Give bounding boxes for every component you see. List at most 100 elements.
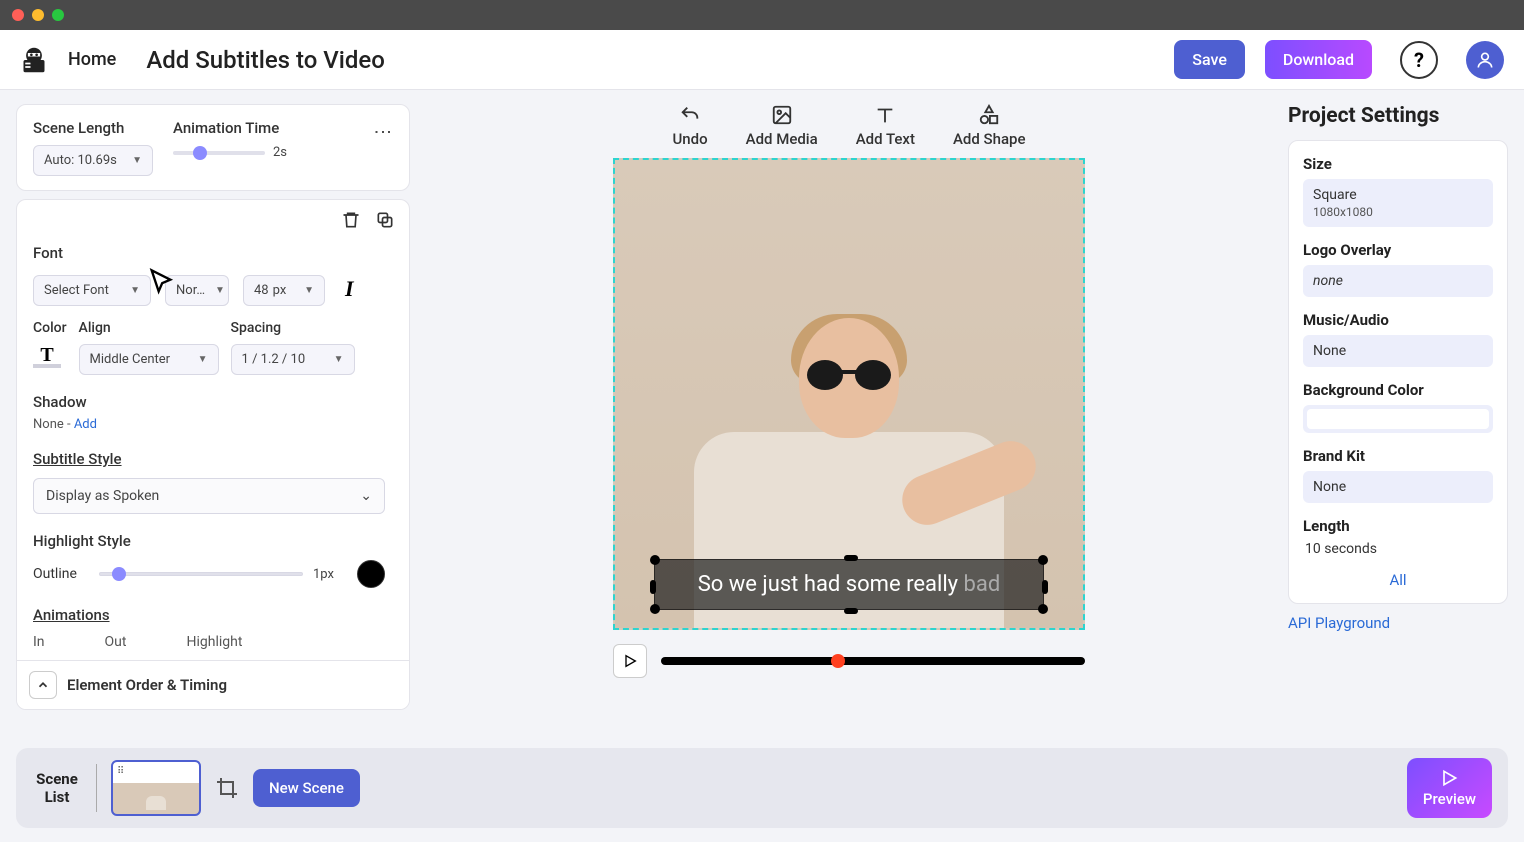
resize-handle[interactable] — [844, 555, 858, 561]
music-audio-field[interactable]: None — [1303, 335, 1493, 367]
chevron-up-icon[interactable] — [29, 671, 57, 699]
font-size-dropdown[interactable]: 48 px ▼ — [243, 275, 325, 306]
animations-head[interactable]: Animations — [33, 606, 385, 624]
resize-handle[interactable] — [1042, 580, 1048, 594]
element-settings-card: Font Select Font ▼ Nor… ▼ 48 px ▼ — [16, 199, 410, 710]
length-label: Length — [1303, 517, 1493, 535]
chevron-down-icon: ⌄ — [360, 488, 372, 504]
chevron-down-icon: ▼ — [304, 285, 314, 296]
subtitle-style-dropdown[interactable]: Display as Spoken ⌄ — [33, 478, 385, 514]
delete-button[interactable] — [341, 210, 361, 234]
chevron-down-icon: ▼ — [334, 354, 344, 365]
align-value: Middle Center — [90, 352, 171, 367]
timeline-track[interactable] — [661, 657, 1085, 665]
resize-handle[interactable] — [1038, 604, 1048, 614]
shadow-add-link[interactable]: Add — [74, 417, 97, 432]
scene-thumbnail[interactable]: ⠿ — [111, 760, 201, 816]
all-settings-link[interactable]: All — [1303, 571, 1493, 589]
highlight-outline-label: Outline — [33, 566, 89, 582]
subtitle-style-value: Display as Spoken — [46, 488, 159, 504]
app-header: Home Add Subtitles to Video Save Downloa… — [0, 30, 1524, 90]
resize-handle[interactable] — [650, 555, 660, 565]
duplicate-button[interactable] — [375, 210, 395, 234]
font-weight-dropdown[interactable]: Nor… ▼ — [165, 275, 229, 306]
account-button[interactable] — [1466, 41, 1504, 79]
project-settings-card: Size Square 1080x1080 Logo Overlay none … — [1288, 140, 1508, 604]
timeline-playhead[interactable] — [831, 654, 845, 668]
scene-list-bar: Scene List ⠿ New Scene Preview — [16, 748, 1508, 828]
window-close-icon[interactable] — [12, 9, 24, 21]
resize-handle[interactable] — [650, 604, 660, 614]
scene-overflow-menu[interactable]: ⋮ — [372, 123, 393, 140]
window-minimize-icon[interactable] — [32, 9, 44, 21]
align-dropdown[interactable]: Middle Center ▼ — [79, 344, 219, 375]
chevron-down-icon: ▼ — [215, 285, 225, 296]
animation-out-label: Out — [105, 634, 127, 650]
help-button[interactable]: ? — [1400, 41, 1438, 79]
chevron-down-icon: ▼ — [130, 285, 140, 296]
font-weight-value: Nor… — [176, 283, 205, 298]
undo-button[interactable]: Undo — [672, 104, 707, 148]
scene-length-dropdown[interactable]: Auto: 10.69s ▼ — [33, 145, 153, 176]
resize-handle[interactable] — [1038, 555, 1048, 565]
video-canvas[interactable]: So we just had some really bad — [613, 158, 1085, 630]
spacing-dropdown[interactable]: 1 / 1.2 / 10 ▼ — [231, 344, 355, 375]
background-color-label: Background Color — [1303, 381, 1493, 399]
font-size-value: 48 — [254, 283, 269, 298]
logo-overlay-label: Logo Overlay — [1303, 241, 1493, 259]
length-value: 10 seconds — [1303, 541, 1493, 557]
right-panel: Project Settings Size Square 1080x1080 L… — [1288, 104, 1508, 710]
add-shape-button[interactable]: Add Shape — [953, 104, 1026, 148]
logo-overlay-field[interactable]: none — [1303, 265, 1493, 297]
chevron-down-icon: ▼ — [198, 354, 208, 365]
resize-handle[interactable] — [844, 608, 858, 614]
save-button[interactable]: Save — [1174, 40, 1245, 79]
highlight-outline-slider[interactable] — [99, 572, 303, 576]
api-playground-link[interactable]: API Playground — [1288, 614, 1508, 632]
shadow-label: Shadow — [33, 393, 385, 411]
text-color-picker[interactable]: T — [33, 344, 61, 368]
highlight-color-picker[interactable] — [357, 560, 385, 588]
crop-icon[interactable] — [215, 776, 239, 800]
preview-button[interactable]: Preview — [1407, 758, 1492, 818]
player-controls — [613, 644, 1085, 678]
animation-time-value: 2s — [273, 145, 287, 160]
slider-thumb[interactable] — [193, 146, 207, 160]
spacing-value: 1 / 1.2 / 10 — [242, 352, 306, 367]
align-label: Align — [79, 320, 219, 336]
window-maximize-icon[interactable] — [52, 9, 64, 21]
divider — [96, 764, 97, 812]
canvas-toolbar: Undo Add Media Add Text Add Shape — [672, 104, 1025, 148]
play-button[interactable] — [613, 644, 647, 678]
highlight-outline-value: 1px — [313, 567, 347, 582]
subtitle-element[interactable]: So we just had some really bad — [654, 559, 1044, 610]
element-order-label: Element Order & Timing — [67, 676, 227, 694]
scene-length-label: Scene Length — [33, 119, 153, 137]
font-family-value: Select Font — [44, 283, 109, 298]
project-settings-title: Project Settings — [1288, 104, 1508, 128]
new-scene-button[interactable]: New Scene — [253, 769, 360, 807]
background-color-field[interactable] — [1303, 405, 1493, 433]
subtitle-style-head[interactable]: Subtitle Style — [33, 450, 385, 468]
scene-length-value: Auto: 10.69s — [44, 153, 117, 168]
brand-kit-field[interactable]: None — [1303, 471, 1493, 503]
download-button[interactable]: Download — [1265, 40, 1372, 79]
add-media-button[interactable]: Add Media — [746, 104, 818, 148]
animation-time-slider[interactable] — [173, 151, 265, 155]
italic-toggle[interactable]: I — [339, 272, 360, 306]
music-audio-label: Music/Audio — [1303, 311, 1493, 329]
font-family-dropdown[interactable]: Select Font ▼ — [33, 275, 151, 306]
animation-time-label: Animation Time — [173, 119, 287, 137]
element-order-toggle[interactable]: Element Order & Timing — [17, 660, 409, 709]
highlight-style-head: Highlight Style — [33, 532, 385, 550]
font-section-head: Font — [33, 244, 385, 262]
subtitle-text-faded: bad — [964, 572, 1001, 597]
slider-thumb[interactable] — [112, 567, 126, 581]
color-label: Color — [33, 320, 67, 336]
home-link[interactable]: Home — [68, 49, 116, 70]
resize-handle[interactable] — [650, 580, 656, 594]
add-text-button[interactable]: Add Text — [856, 104, 915, 148]
main-area: Scene Length Auto: 10.69s ▼ Animation Ti… — [0, 90, 1524, 710]
canvas-area: Undo Add Media Add Text Add Shape — [424, 104, 1274, 710]
size-field[interactable]: Square 1080x1080 — [1303, 179, 1493, 227]
